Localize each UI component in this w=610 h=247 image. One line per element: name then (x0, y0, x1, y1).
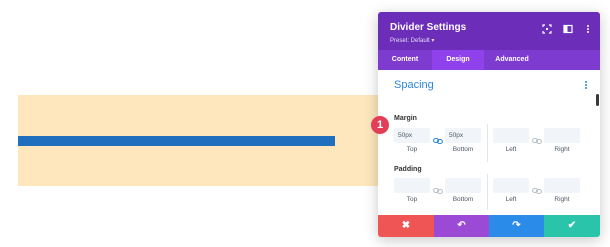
tab-content[interactable]: Content (378, 50, 432, 70)
field-separator (487, 174, 488, 210)
undo-icon: ↶ (457, 220, 466, 231)
redo-button[interactable]: ↷ (489, 215, 544, 237)
padding-right-input[interactable] (544, 178, 580, 193)
margin-left-label: Left (505, 146, 517, 153)
margin-top-label: Top (406, 146, 418, 153)
sidebar-icon[interactable] (563, 21, 573, 34)
padding-label: Padding (394, 166, 422, 173)
margin-label: Margin (394, 115, 417, 122)
redo-icon: ↷ (512, 220, 521, 231)
link-icon[interactable] (433, 132, 443, 145)
tab-advanced[interactable]: Advanced (484, 50, 540, 70)
field-separator (487, 124, 488, 162)
preset-dropdown[interactable]: Preset: Default ▾ (390, 37, 434, 44)
undo-button[interactable]: ↶ (434, 215, 489, 237)
tab-design[interactable]: Design (432, 50, 484, 70)
padding-left-input[interactable] (493, 178, 529, 193)
divider-settings-panel: Divider Settings Preset: Default ▾ Conte… (378, 12, 600, 237)
panel-title: Divider Settings (390, 22, 467, 33)
step-badge: 1 (371, 116, 389, 134)
save-button[interactable]: ✔ (544, 215, 600, 237)
divider-module[interactable] (18, 136, 335, 146)
margin-right-input[interactable] (544, 128, 580, 143)
padding-bottom-label: Bottom (452, 196, 474, 203)
spacing-section-title[interactable]: Spacing (394, 79, 434, 91)
panel-body: Spacing Margin 50px 50px Top Bottom Left… (378, 70, 600, 215)
margin-bottom-input[interactable]: 50px (445, 128, 481, 143)
margin-bottom-label: Bottom (452, 146, 474, 153)
kebab-icon[interactable] (584, 81, 588, 90)
tab-bar: Content Design Advanced (378, 50, 600, 70)
scrollbar[interactable] (596, 94, 599, 106)
cancel-button[interactable]: ✖ (378, 215, 434, 237)
check-icon: ✔ (567, 220, 577, 231)
padding-top-input[interactable] (394, 178, 430, 193)
panel-header: Divider Settings Preset: Default ▾ (378, 12, 600, 50)
margin-right-label: Right (554, 146, 570, 153)
more-icon[interactable] (583, 21, 593, 33)
link-icon[interactable] (433, 182, 443, 195)
margin-left-input[interactable] (493, 128, 529, 143)
padding-bottom-input[interactable] (445, 178, 481, 193)
margin-top-input[interactable]: 50px (394, 128, 430, 143)
padding-top-label: Top (406, 196, 418, 203)
padding-right-label: Right (554, 196, 570, 203)
link-icon[interactable] (532, 182, 542, 195)
link-icon[interactable] (532, 132, 542, 145)
expand-icon[interactable] (542, 21, 552, 34)
close-icon: ✖ (401, 220, 411, 231)
padding-left-label: Left (505, 196, 517, 203)
panel-footer: ✖ ↶ ↷ ✔ (378, 215, 600, 237)
